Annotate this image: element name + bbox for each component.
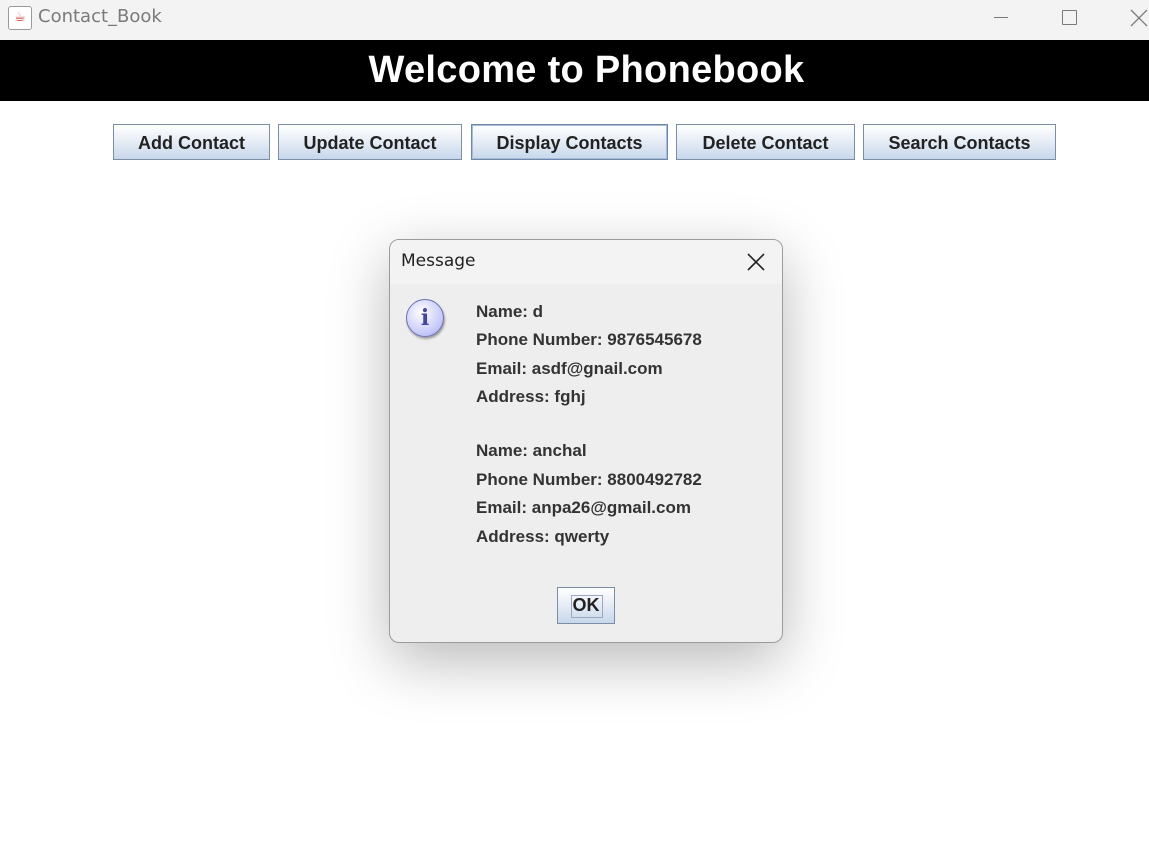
search-contacts-button[interactable]: Search Contacts bbox=[863, 124, 1056, 160]
window-title: Contact_Book bbox=[38, 6, 162, 27]
update-contact-button[interactable]: Update Contact bbox=[278, 124, 462, 160]
contact-2-email: Email: anpa26@gmail.com bbox=[476, 498, 691, 517]
close-icon bbox=[1130, 9, 1148, 27]
welcome-banner: Welcome to Phonebook bbox=[0, 40, 1149, 101]
contact-2-name: Name: anchal bbox=[476, 441, 587, 460]
contact-2-phone: Phone Number: 8800492782 bbox=[476, 470, 702, 489]
dialog-title: Message bbox=[401, 251, 476, 271]
info-icon: i bbox=[406, 299, 444, 337]
action-toolbar: Add Contact Update Contact Display Conta… bbox=[0, 124, 1149, 164]
minimize-icon bbox=[994, 17, 1008, 18]
banner-title: Welcome to Phonebook bbox=[368, 49, 805, 91]
close-icon bbox=[747, 253, 765, 271]
delete-contact-button[interactable]: Delete Contact bbox=[676, 124, 855, 160]
maximize-button[interactable] bbox=[1040, 0, 1100, 36]
dialog-close-button[interactable] bbox=[746, 252, 766, 272]
minimize-button[interactable] bbox=[970, 0, 1030, 36]
contact-1-phone: Phone Number: 9876545678 bbox=[476, 330, 702, 349]
message-dialog: Message i Name: d Phone Number: 98765456… bbox=[389, 239, 783, 643]
contact-2-address: Address: qwerty bbox=[476, 527, 610, 546]
maximize-icon bbox=[1062, 10, 1077, 25]
contact-1-email: Email: asdf@gnail.com bbox=[476, 359, 663, 378]
ok-button[interactable]: OK bbox=[557, 587, 615, 624]
close-window-button[interactable] bbox=[1110, 0, 1149, 36]
java-icon: ☕ bbox=[8, 6, 32, 30]
contact-1-address: Address: fghj bbox=[476, 387, 586, 406]
dialog-titlebar: Message bbox=[390, 240, 782, 284]
contact-1-name: Name: d bbox=[476, 302, 544, 321]
window-titlebar: ☕ Contact_Book bbox=[0, 0, 1149, 40]
display-contacts-button[interactable]: Display Contacts bbox=[471, 124, 668, 160]
add-contact-button[interactable]: Add Contact bbox=[113, 124, 270, 160]
ok-label: OK bbox=[572, 595, 600, 615]
